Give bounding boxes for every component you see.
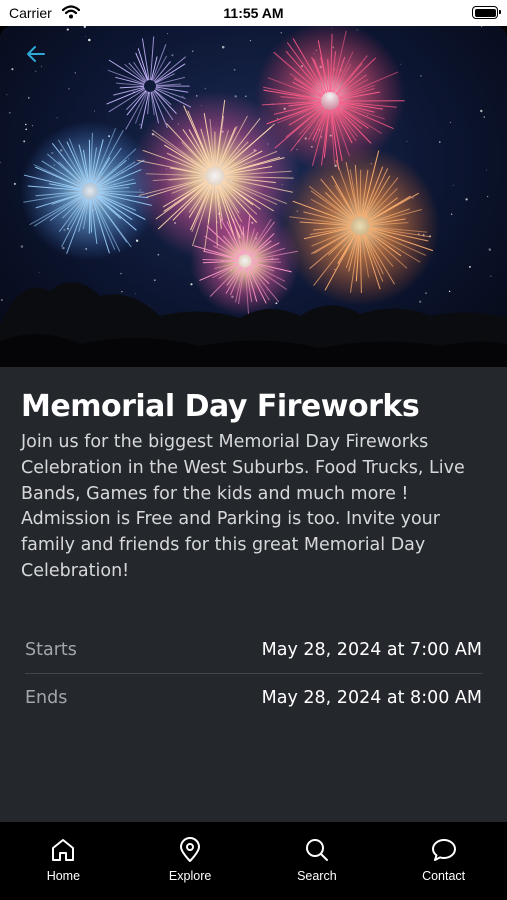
event-detail-card: Memorial Day Fireworks Join us for the b… bbox=[0, 26, 507, 822]
search-icon bbox=[305, 839, 328, 861]
map-pin-icon bbox=[180, 837, 201, 862]
tab-explore[interactable]: Explore bbox=[127, 822, 254, 900]
tab-label: Explore bbox=[168, 869, 212, 883]
tab-label: Home bbox=[46, 869, 81, 883]
chat-bubble-icon bbox=[431, 839, 456, 861]
detail-divider bbox=[25, 673, 482, 674]
tab-contact[interactable]: Contact bbox=[380, 822, 507, 900]
detail-value: May 28, 2024 at 7:00 AM bbox=[261, 640, 482, 660]
detail-value: May 28, 2024 at 8:00 AM bbox=[261, 688, 482, 708]
battery-icon bbox=[472, 6, 501, 19]
detail-row-starts: Starts May 28, 2024 at 7:00 AM bbox=[25, 627, 482, 673]
event-title: Memorial Day Fireworks bbox=[21, 389, 420, 424]
tab-search[interactable]: Search bbox=[254, 822, 381, 900]
event-description: Join us for the biggest Memorial Day Fir… bbox=[21, 432, 465, 581]
fireworks-image bbox=[0, 26, 507, 367]
back-arrow-icon bbox=[27, 46, 45, 62]
home-icon bbox=[52, 839, 75, 861]
tab-bar: Home Explore Search Contact bbox=[0, 822, 507, 900]
detail-label: Ends bbox=[25, 688, 68, 708]
event-hero-image bbox=[0, 26, 507, 367]
detail-row-ends: Ends May 28, 2024 at 8:00 AM bbox=[25, 675, 482, 721]
status-time: 11:55 AM bbox=[223, 5, 284, 21]
detail-label: Starts bbox=[25, 640, 77, 660]
tab-label: Contact bbox=[422, 869, 466, 883]
status-bar: Carrier 11:55 AM bbox=[0, 0, 507, 26]
tab-label: Search bbox=[297, 869, 337, 883]
tab-home[interactable]: Home bbox=[0, 822, 127, 900]
back-button[interactable] bbox=[24, 42, 56, 74]
